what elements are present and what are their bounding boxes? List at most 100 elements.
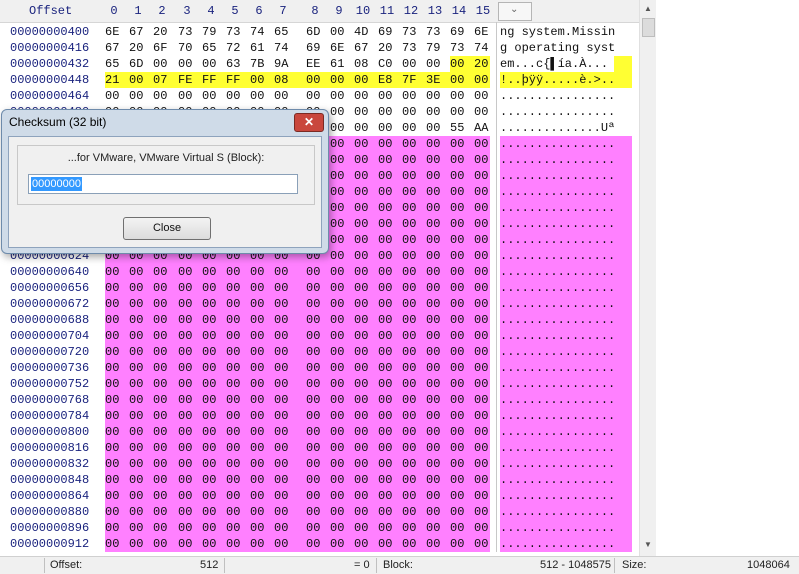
hex-byte[interactable]: 00 xyxy=(153,456,178,472)
hex-byte[interactable]: 00 xyxy=(306,72,330,88)
hex-byte[interactable]: 00 xyxy=(105,440,129,456)
hex-byte[interactable]: 00 xyxy=(474,136,490,152)
hex-byte[interactable]: 00 xyxy=(378,232,402,248)
text-column-cell[interactable]: ................ xyxy=(500,344,632,360)
hex-byte[interactable]: 00 xyxy=(426,360,450,376)
hex-byte[interactable]: 65 xyxy=(202,40,216,56)
text-column-cell[interactable]: ................ xyxy=(500,232,632,248)
scroll-down-arrow-icon[interactable]: ▼ xyxy=(640,538,656,552)
hex-byte[interactable]: 00 xyxy=(250,360,274,376)
hex-byte[interactable]: 00 xyxy=(105,520,129,536)
hex-byte[interactable]: 00 xyxy=(426,440,450,456)
hex-byte[interactable]: 00 xyxy=(105,280,129,296)
hex-byte[interactable]: 00 xyxy=(402,376,426,392)
hex-byte[interactable]: 00 xyxy=(378,152,402,168)
hex-byte[interactable]: 00 xyxy=(474,88,488,104)
hex-byte[interactable]: 08 xyxy=(354,56,368,72)
hex-byte[interactable]: 9A xyxy=(274,56,288,72)
text-column-cell[interactable]: em...c{▌ía.À... xyxy=(500,56,632,72)
hex-byte[interactable]: 00 xyxy=(450,536,474,552)
hex-byte[interactable]: 00 xyxy=(450,248,474,264)
hex-byte[interactable]: 6F xyxy=(153,40,167,56)
hex-byte[interactable]: 00 xyxy=(226,408,250,424)
hex-byte[interactable]: 00 xyxy=(129,424,153,440)
hex-byte[interactable]: 00 xyxy=(250,72,274,88)
text-column-cell[interactable]: ................ xyxy=(500,408,632,424)
hex-byte[interactable]: 67 xyxy=(354,40,368,56)
hex-byte[interactable]: 00 xyxy=(274,424,306,440)
hex-byte[interactable]: 7B xyxy=(250,56,264,72)
hex-byte[interactable]: 00 xyxy=(354,504,378,520)
hex-byte[interactable]: 00 xyxy=(226,488,250,504)
hex-byte[interactable]: 20 xyxy=(474,56,490,72)
hex-byte[interactable]: 00 xyxy=(474,376,490,392)
hex-byte[interactable]: 74 xyxy=(274,40,288,56)
hex-byte[interactable]: 00 xyxy=(306,488,330,504)
text-column-cell[interactable]: ng system.Missin xyxy=(500,24,632,40)
hex-byte[interactable]: 00 xyxy=(250,296,274,312)
hex-byte[interactable]: 00 xyxy=(354,520,378,536)
hex-byte[interactable]: 00 xyxy=(153,520,178,536)
hex-byte[interactable]: 00 xyxy=(474,472,490,488)
hex-byte[interactable]: 00 xyxy=(274,504,306,520)
hex-byte[interactable]: 00 xyxy=(426,88,440,104)
hex-byte[interactable]: 00 xyxy=(274,264,306,280)
hex-byte[interactable]: 00 xyxy=(226,360,250,376)
hex-byte[interactable]: 65 xyxy=(274,24,288,40)
hex-byte[interactable]: 00 xyxy=(330,24,344,40)
hex-byte[interactable]: 00 xyxy=(202,264,226,280)
hex-byte[interactable]: 00 xyxy=(450,200,474,216)
hex-byte[interactable]: 00 xyxy=(402,312,426,328)
hex-byte[interactable]: 00 xyxy=(474,344,490,360)
hex-byte[interactable]: 00 xyxy=(426,216,450,232)
hex-byte[interactable]: 00 xyxy=(450,184,474,200)
vertical-scrollbar[interactable]: ▲ ▼ xyxy=(639,0,656,556)
hex-byte[interactable]: 00 xyxy=(330,72,354,88)
hex-byte[interactable]: 00 xyxy=(474,248,490,264)
hex-row[interactable]: 00000000416 67 20 6F 70 65 72 61 74 69 6E 67 20 73 79 7… xyxy=(0,40,640,56)
hex-byte[interactable]: 00 xyxy=(474,408,490,424)
hex-byte[interactable]: 00 xyxy=(450,392,474,408)
hex-row[interactable]: 00000000400 6E 67 20 73 79 73 74 65 6D 00 4D 69 73 73 6… xyxy=(0,24,640,40)
hex-byte[interactable]: 00 xyxy=(153,328,178,344)
hex-byte[interactable]: 69 xyxy=(378,24,392,40)
hex-byte[interactable]: 00 xyxy=(426,536,450,552)
text-column-cell[interactable]: ................ xyxy=(500,440,632,456)
hex-byte[interactable]: 00 xyxy=(306,296,330,312)
hex-byte[interactable]: 00 xyxy=(250,392,274,408)
hex-byte[interactable]: 00 xyxy=(354,88,368,104)
hex-byte[interactable]: 74 xyxy=(250,24,264,40)
hex-byte[interactable]: 00 xyxy=(250,424,274,440)
hex-byte[interactable]: 00 xyxy=(354,280,378,296)
hex-byte[interactable]: 00 xyxy=(378,168,402,184)
hex-row[interactable]: 00000000832 00 00 00 00 00 00 00 00 00 00 00 00 00 00 0… xyxy=(0,456,640,472)
text-column-cell[interactable]: ................ xyxy=(500,296,632,312)
hex-byte[interactable]: 00 xyxy=(250,536,274,552)
hex-byte[interactable]: 00 xyxy=(378,440,402,456)
hex-byte[interactable]: 00 xyxy=(426,104,440,120)
hex-byte[interactable]: 73 xyxy=(426,24,440,40)
hex-byte[interactable]: 00 xyxy=(378,136,402,152)
hex-byte[interactable]: 00 xyxy=(426,424,450,440)
hex-byte[interactable]: 00 xyxy=(402,296,426,312)
hex-byte[interactable]: 00 xyxy=(274,312,306,328)
hex-byte[interactable]: 00 xyxy=(153,392,178,408)
text-column-cell[interactable]: ................ xyxy=(500,136,632,152)
hex-byte[interactable]: 00 xyxy=(402,136,426,152)
hex-byte[interactable]: 00 xyxy=(426,472,450,488)
hex-byte[interactable]: 00 xyxy=(129,488,153,504)
hex-byte[interactable]: 00 xyxy=(402,152,426,168)
hex-byte[interactable]: 00 xyxy=(226,264,250,280)
hex-byte[interactable]: 00 xyxy=(306,88,320,104)
hex-byte[interactable]: 00 xyxy=(474,488,490,504)
hex-byte[interactable]: 00 xyxy=(105,88,119,104)
hex-byte[interactable]: 00 xyxy=(178,536,202,552)
hex-byte[interactable]: 00 xyxy=(178,392,202,408)
hex-byte[interactable]: 00 xyxy=(129,360,153,376)
hex-byte[interactable]: FF xyxy=(226,72,250,88)
text-column-cell[interactable]: ................ xyxy=(500,504,632,520)
hex-byte[interactable]: 00 xyxy=(330,392,354,408)
hex-byte[interactable]: 00 xyxy=(250,488,274,504)
hex-byte[interactable]: 00 xyxy=(378,456,402,472)
hex-byte[interactable]: 7F xyxy=(402,72,426,88)
